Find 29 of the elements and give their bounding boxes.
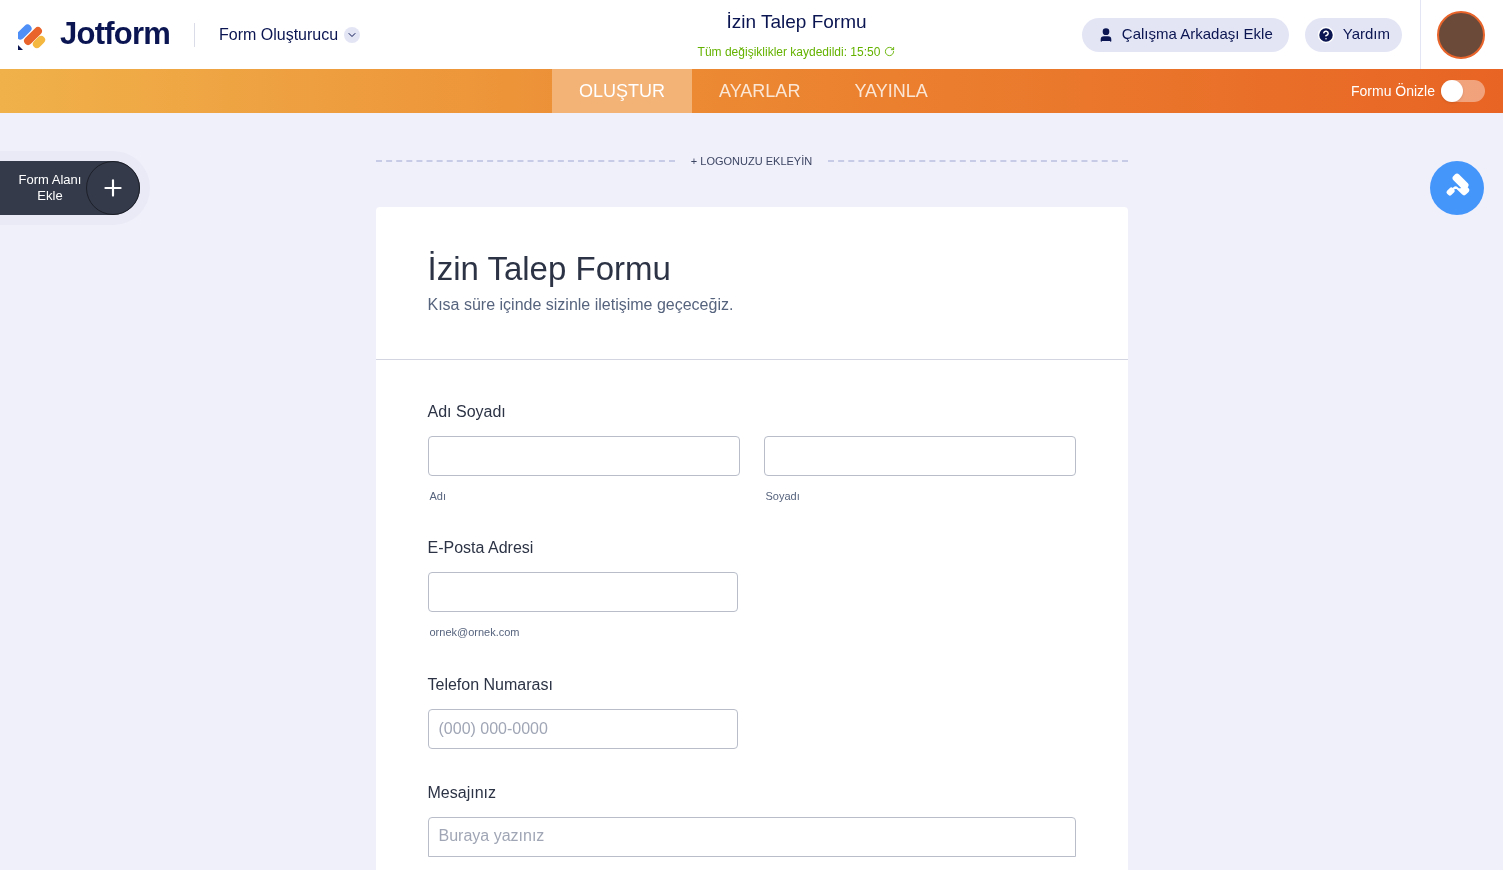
field-label: Mesajınız (427, 782, 496, 803)
field-label: Adı Soyadı (427, 401, 506, 422)
avatar[interactable] (1437, 10, 1485, 59)
text-input-field[interactable] (763, 435, 1076, 476)
form-heading: İzin Talep Formu (427, 248, 671, 289)
preview-label: Formu Önizle (1350, 81, 1435, 101)
save-status: Tüm değişiklikler kaydedildi: 15:50 (697, 43, 881, 61)
add-logo-link[interactable]: + LOGONUZU EKLEYİN (690, 153, 813, 170)
paint-roller-button[interactable] (1430, 161, 1484, 215)
add-collaborator-button[interactable]: Çalışma Arkadaşı Ekle (1081, 17, 1289, 52)
field-sublabel: Adı (429, 488, 446, 504)
field-sublabel: ornek@ornek.com (429, 625, 520, 640)
help-button[interactable]: Yardım (1304, 17, 1402, 52)
form-title[interactable]: İzin Talep Formu (726, 8, 867, 37)
field-label: Telefon Numarası (427, 674, 553, 695)
field-sublabel: Soyadı (765, 488, 800, 504)
text-input-field[interactable] (427, 435, 740, 476)
form-subtitle: Kısa süre içinde sizinle iletişime geçeceğiz. (427, 294, 734, 315)
refresh-icon (884, 46, 896, 58)
form-builder-menu[interactable]: Form Oluşturucu (218, 22, 361, 47)
chevron-down-icon (344, 26, 361, 43)
logo-wordmark[interactable]: Jotform (60, 11, 170, 58)
preview-toggle[interactable] (1441, 80, 1485, 102)
email-input-field[interactable] (427, 572, 738, 612)
message-textarea-field[interactable]: Buraya yazınız (427, 816, 1076, 857)
field-label: E-Posta Adresi (427, 538, 534, 558)
phone-input-field[interactable]: (000) 000-0000 (427, 708, 738, 749)
help-icon (1316, 25, 1335, 44)
add-form-field-button[interactable]: Form Alanı Ekle (0, 161, 140, 215)
